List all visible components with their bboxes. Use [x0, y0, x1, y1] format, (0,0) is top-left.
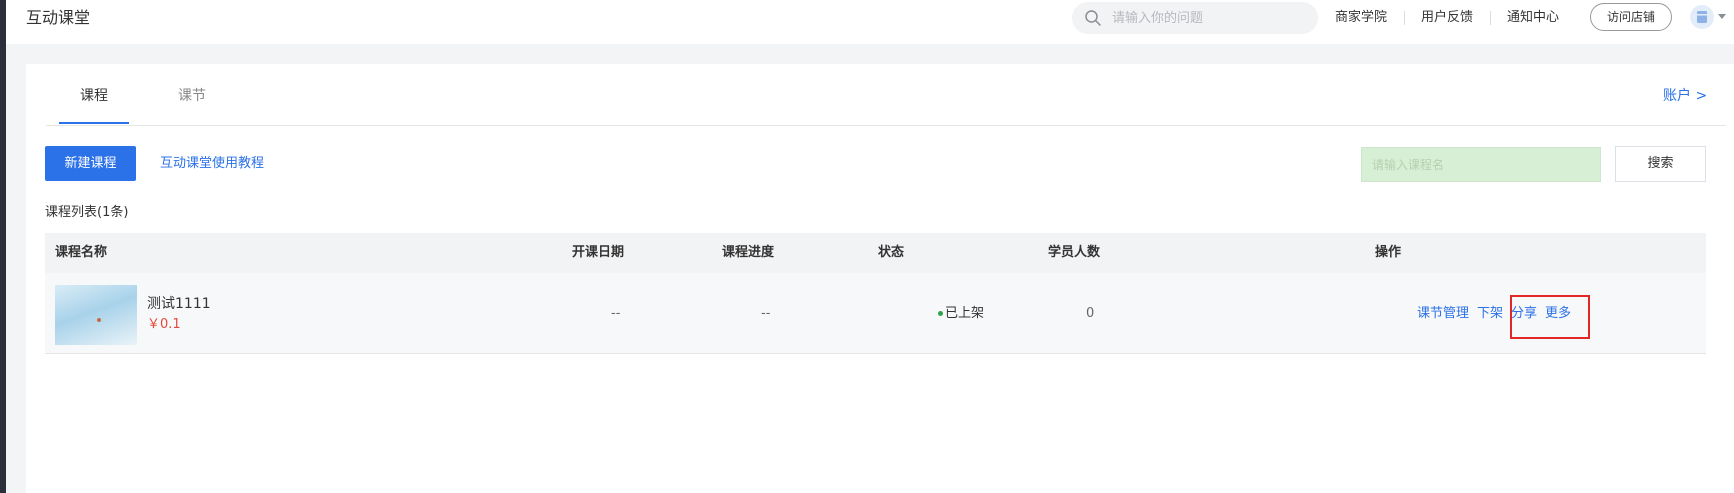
tab-courses[interactable]: 课程 [80, 86, 108, 106]
course-thumbnail[interactable] [55, 285, 137, 345]
unpublish-link[interactable]: 下架 [1477, 305, 1503, 323]
course-list-count: 课程列表(1条) [45, 205, 129, 220]
header-course-name: 课程名称 [55, 245, 108, 260]
notification-center-link[interactable]: 通知中心 [1507, 9, 1559, 27]
table-header: 课程名称 开课日期 课程进度 状态 学员人数 操作 [45, 233, 1706, 273]
start-date-cell: -- [611, 306, 621, 321]
status-cell: 已上架 [945, 306, 985, 321]
progress-cell: -- [761, 306, 771, 321]
avatar-icon [1697, 11, 1707, 23]
search-icon [1085, 10, 1101, 26]
header-status: 状态 [878, 245, 905, 260]
course-price: ￥0.1 [147, 317, 181, 332]
course-name[interactable]: 测试1111 [147, 295, 211, 313]
help-search[interactable] [1072, 2, 1318, 34]
new-course-button[interactable]: 新建课程 [45, 146, 136, 181]
visit-store-button[interactable]: 访问店铺 [1590, 3, 1672, 31]
main-panel: 课程 课节 账户 > 新建课程 互动课堂使用教程 搜索 课程列表(1条) 课程名… [26, 64, 1734, 493]
more-link[interactable]: 更多 [1545, 305, 1571, 323]
header-actions: 操作 [1375, 245, 1402, 260]
top-bar: 互动课堂 商家学院 用户反馈 通知中心 访问店铺 [6, 0, 1734, 44]
student-count-cell: 0 [1086, 306, 1095, 321]
divider [1404, 11, 1405, 25]
active-tab-indicator [59, 122, 129, 124]
feedback-link[interactable]: 用户反馈 [1421, 9, 1473, 27]
account-link[interactable]: 账户 > [1663, 86, 1707, 106]
thumbnail-detail [97, 318, 101, 322]
avatar[interactable] [1690, 5, 1714, 29]
table-row: 测试1111 ￥0.1 -- -- 已上架 0 课节管理 下架 分享 更多 [45, 273, 1706, 354]
tabs-divider [46, 125, 1726, 126]
caret-down-icon[interactable] [1718, 14, 1726, 20]
help-search-input[interactable] [1112, 8, 1302, 28]
header-student-count: 学员人数 [1048, 245, 1101, 260]
share-link[interactable]: 分享 [1511, 305, 1537, 323]
status-dot [938, 311, 943, 316]
header-start-date: 开课日期 [572, 245, 625, 260]
header-progress: 课程进度 [722, 245, 775, 260]
divider [1490, 11, 1491, 25]
search-button[interactable]: 搜索 [1615, 146, 1706, 182]
manage-lessons-link[interactable]: 课节管理 [1417, 305, 1469, 323]
merchant-academy-link[interactable]: 商家学院 [1335, 9, 1387, 27]
app-title: 互动课堂 [26, 8, 91, 27]
tab-lessons[interactable]: 课节 [178, 86, 206, 106]
course-name-search-input[interactable] [1361, 147, 1601, 182]
window-edge [0, 0, 6, 493]
tutorial-link[interactable]: 互动课堂使用教程 [160, 155, 264, 173]
